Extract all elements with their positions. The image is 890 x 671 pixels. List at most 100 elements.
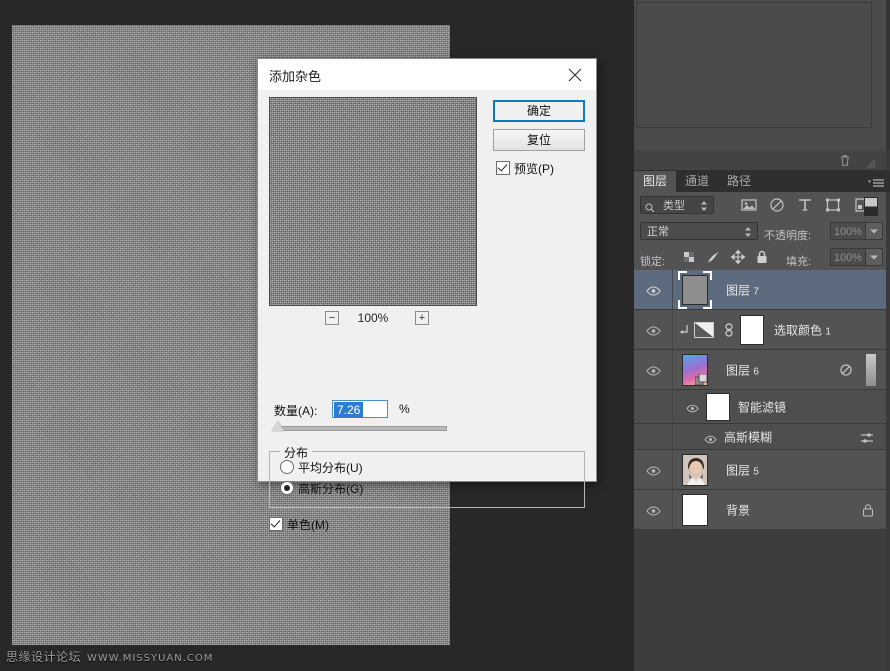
clipping-mask-icon (678, 323, 690, 335)
visibility-eye-icon[interactable] (646, 464, 661, 476)
locked-layer-icon (862, 503, 874, 517)
visibility-eye-icon[interactable] (646, 324, 661, 336)
shape-layer-filter-icon[interactable] (824, 197, 842, 213)
layer-row[interactable]: 图层 7 (634, 270, 886, 310)
filter-enable-toggle[interactable] (864, 197, 878, 216)
layer-name[interactable]: 图层 5 (726, 461, 759, 478)
type-layer-filter-icon[interactable] (796, 197, 814, 213)
collapsed-panel-area[interactable] (634, 0, 890, 150)
right-panel-column: 图层 通道 路径 类型 (634, 0, 890, 671)
lock-image-pixels-icon[interactable] (706, 249, 722, 265)
layer-name[interactable]: 背景 (726, 501, 750, 518)
preview-checkbox[interactable]: 预览(P) (496, 160, 554, 177)
layer-name[interactable]: 图层 7 (726, 281, 759, 298)
amount-input[interactable]: 7.26 (332, 400, 388, 418)
layer-row[interactable]: 图层 6 (634, 350, 886, 390)
fill-value[interactable]: 100% (830, 248, 866, 266)
uniform-radio[interactable]: 平均分布(U) (280, 459, 363, 476)
preview-checkbox-label: 预览(P) (514, 162, 554, 176)
tab-channels[interactable]: 通道 (676, 171, 718, 192)
checkbox-box (269, 517, 283, 531)
smart-filter-badge-icon[interactable] (838, 362, 854, 378)
pixel-layer-filter-icon[interactable] (740, 197, 758, 213)
checkbox-box (496, 161, 510, 175)
layer-filter-row: 类型 (634, 192, 886, 219)
panel-tabs: 图层 通道 路径 (634, 171, 890, 192)
layer-thumbnail[interactable] (682, 494, 708, 526)
layer-expand-slider[interactable] (866, 354, 876, 386)
lock-all-icon[interactable] (754, 249, 770, 265)
opacity-label: 不透明度: (764, 227, 811, 243)
lock-label: 锁定: (640, 253, 665, 269)
amount-label: 数量(A): (274, 402, 317, 419)
radio-circle (280, 481, 294, 495)
layer-thumbnail[interactable] (682, 354, 708, 386)
visibility-eye-icon[interactable] (646, 504, 661, 516)
noise-preview[interactable] (269, 97, 477, 306)
radio-circle (280, 460, 294, 474)
chevron-updown-icon (744, 226, 752, 238)
layer-row[interactable]: 智能滤镜 (634, 390, 886, 424)
layer-row[interactable]: 背景 (634, 490, 886, 530)
add-noise-dialog[interactable]: 添加杂色 − 100% + 确定 复位 预览(P) 数量(A): 7.26 % … (257, 58, 597, 482)
amount-slider-track[interactable] (275, 426, 447, 431)
layer-thumbnail[interactable] (682, 454, 708, 486)
link-layers-icon[interactable] (724, 323, 734, 337)
layer-mask-thumbnail[interactable] (740, 315, 764, 345)
search-icon (645, 200, 655, 210)
tab-layers[interactable]: 图层 (634, 171, 676, 192)
smart-filter-mask-thumbnail[interactable] (706, 393, 730, 421)
layer-name[interactable]: 智能滤镜 (738, 398, 786, 415)
gaussian-radio[interactable]: 高斯分布(G) (280, 480, 363, 497)
panel-footer-row (634, 150, 886, 171)
layer-row[interactable]: 高斯模糊 (634, 424, 886, 450)
panel-menu-icon[interactable] (868, 176, 884, 187)
amount-slider-thumb[interactable] (272, 421, 284, 431)
layer-list[interactable]: 图层 7 (634, 270, 886, 671)
layer-thumbnail[interactable] (682, 275, 708, 305)
lock-position-icon[interactable] (730, 249, 746, 265)
watermark: 思缘设计论坛 WWW.MISSYUAN.COM (6, 648, 213, 665)
filter-blending-options-icon[interactable] (860, 431, 874, 443)
zoom-in-button[interactable]: + (415, 311, 429, 325)
visibility-eye-icon[interactable] (646, 284, 661, 296)
adjustment-layer-filter-icon[interactable] (768, 197, 786, 213)
blend-mode-value: 正常 (647, 226, 669, 238)
fill-dropdown-icon[interactable] (865, 248, 883, 266)
adjustment-layer-icon[interactable] (694, 322, 714, 338)
lock-transparent-pixels-icon[interactable] (682, 249, 698, 265)
photoshop-window: 思缘设计论坛 WWW.MISSYUAN.COM 图层 通道 路径 (0, 0, 890, 671)
opacity-value[interactable]: 100% (830, 222, 866, 240)
amount-value: 7.26 (334, 402, 363, 418)
close-icon[interactable] (554, 59, 596, 90)
tab-paths[interactable]: 路径 (718, 171, 760, 192)
visibility-eye-icon[interactable] (646, 364, 661, 376)
fill-label: 填充: (786, 253, 811, 269)
reset-button[interactable]: 复位 (493, 129, 585, 151)
preview-zoom-controls: − 100% + (269, 309, 477, 329)
monochrome-checkbox[interactable]: 单色(M) (269, 516, 329, 533)
blend-mode-row: 正常 不透明度: 100% (634, 218, 886, 245)
ok-button[interactable]: 确定 (493, 100, 585, 122)
zoom-out-button[interactable]: − (325, 311, 339, 325)
trash-icon[interactable] (838, 153, 852, 167)
watermark-text: 思缘设计论坛 (6, 650, 81, 664)
layer-name[interactable]: 图层 6 (726, 361, 759, 378)
opacity-dropdown-icon[interactable] (865, 222, 883, 240)
layer-name[interactable]: 高斯模糊 (724, 428, 772, 445)
layer-row[interactable]: 图层 5 (634, 450, 886, 490)
monochrome-checkbox-label: 单色(M) (287, 518, 329, 532)
layer-row[interactable]: 选取颜色 1 (634, 310, 886, 350)
dialog-title: 添加杂色 (269, 66, 321, 85)
layer-name[interactable]: 选取颜色 1 (774, 321, 831, 338)
lock-row: 锁定: (634, 244, 886, 271)
panel-resize-grip[interactable] (866, 156, 876, 166)
dialog-title-bar[interactable]: 添加杂色 (258, 59, 596, 90)
visibility-eye-icon[interactable] (704, 432, 717, 443)
blend-mode-select[interactable]: 正常 (640, 222, 758, 240)
watermark-url: WWW.MISSYUAN.COM (87, 653, 213, 664)
gaussian-radio-label: 高斯分布(G) (298, 482, 363, 496)
chevron-updown-icon[interactable] (700, 199, 708, 211)
zoom-level: 100% (341, 311, 405, 325)
visibility-eye-icon[interactable] (686, 401, 699, 412)
